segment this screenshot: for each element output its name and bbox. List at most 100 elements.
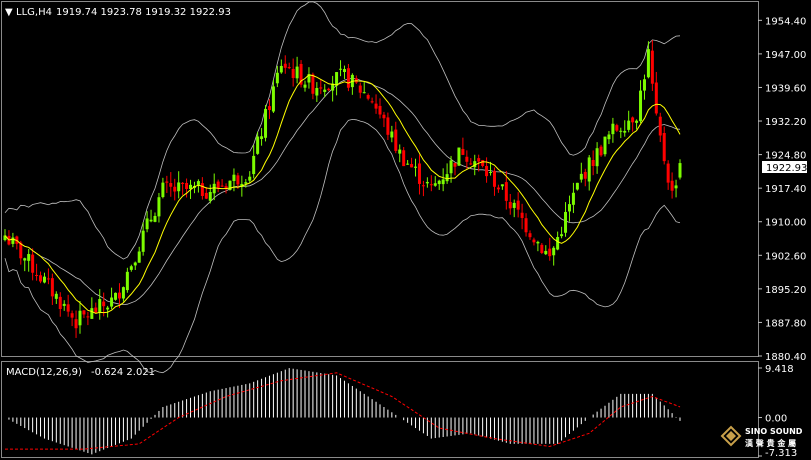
middle-band [4,77,681,306]
candle-body [121,287,125,299]
candle-body [615,125,619,131]
current-price-tag: 1922.93 [762,161,807,174]
candle-body [437,180,441,185]
candle-body [181,182,185,185]
candle-body [58,296,62,310]
candle-body [611,123,615,135]
candle-body [86,316,90,318]
candle-body [42,276,46,283]
candle-body [232,174,236,182]
candle-body [370,101,374,103]
price-tick-label: 1887.80 [765,318,806,329]
ma-line [4,74,681,314]
candle-body [366,95,370,99]
candle-body [402,150,406,167]
candle-body [508,201,512,209]
candle-body [627,120,631,130]
candle-body [398,149,402,154]
candle-body [283,63,287,68]
candle-body [619,130,623,132]
candle-body [362,92,366,94]
candle-body [275,72,279,84]
candle-body [603,136,607,155]
dropdown-arrow-icon[interactable]: ▼ [5,7,13,18]
candle-body [579,173,583,180]
candle-body [595,148,599,167]
candle-body [607,134,611,140]
candle-body [477,158,481,162]
macd-tick-label: -7.313 [765,448,797,459]
candle-body [185,182,189,189]
candle-body [445,174,449,182]
macd-values: -0.624 2.021 [91,367,155,378]
symbol-timeframe: LLG,H4 [16,7,52,18]
candle-body [149,219,153,222]
candle-body [417,163,421,184]
candle-body [532,239,536,243]
candle-body [457,147,461,166]
signal-line [5,372,681,450]
candle-body [35,274,39,276]
candle-body [327,88,331,91]
candle-body [31,254,35,273]
ohlc-values: 1919.74 1923.78 1919.32 1922.93 [56,7,231,18]
candle-body [114,292,118,300]
macd-signal [5,372,681,450]
candle-body [260,136,264,140]
candle-body [587,157,591,182]
candle-body [421,185,425,187]
candle-body [489,172,493,174]
chart-area: ▼ LLG,H4 1919.74 1923.78 1919.32 1922.93… [1,1,807,459]
macd-histogram [8,368,681,455]
candle-body [62,303,66,306]
moving-average [4,74,681,314]
candle-body [516,200,520,210]
candle-body [631,117,635,123]
candle-body [410,164,414,168]
candle-body [94,307,98,313]
candle-body [453,162,457,167]
svg-text:漢 聲 貴 金 屬: 漢 聲 貴 金 屬 [745,438,796,448]
candle-body [82,310,86,315]
candle-body [461,148,465,155]
candle-body [256,136,260,154]
candle-body [291,68,295,78]
candle-body [279,65,283,73]
candle-body [556,237,560,250]
candle-body [583,171,587,179]
candle-body [635,120,639,123]
candle-body [169,183,173,187]
price-tick-label: 1880.40 [765,352,806,363]
candle-body [319,87,323,89]
candle-body [544,250,548,255]
candle-body [264,108,268,138]
candle-body [564,211,568,233]
candle-body [102,301,106,307]
candle-body [98,299,102,314]
price-tick-label: 1910.00 [765,218,806,229]
candle-body [74,319,78,329]
candle-body [674,185,678,189]
macd-tick-label: 9.418 [765,364,794,375]
candle-body [125,271,129,291]
price-tick-label: 1924.80 [765,151,806,162]
candle-body [212,183,216,194]
candle-body [560,234,564,237]
candle-body [311,74,315,94]
candle-body [378,105,382,115]
candle-body [165,181,169,183]
svg-text:SINO SOUND: SINO SOUND [745,427,803,436]
candle-body [129,266,133,270]
price-axis: 1954.40 1947.00 1939.60 1932.20 1924.80 1917.… [758,16,806,363]
candle-body [670,180,674,191]
candle-body [469,163,473,165]
candle-body [485,165,489,177]
candle-body [133,262,137,266]
candle-body [70,313,74,318]
candle-body [271,86,275,112]
candle-body [567,204,571,212]
candle-body [358,85,362,93]
candle-body [536,241,540,244]
candle-body [106,307,110,310]
candle-body [145,218,149,230]
